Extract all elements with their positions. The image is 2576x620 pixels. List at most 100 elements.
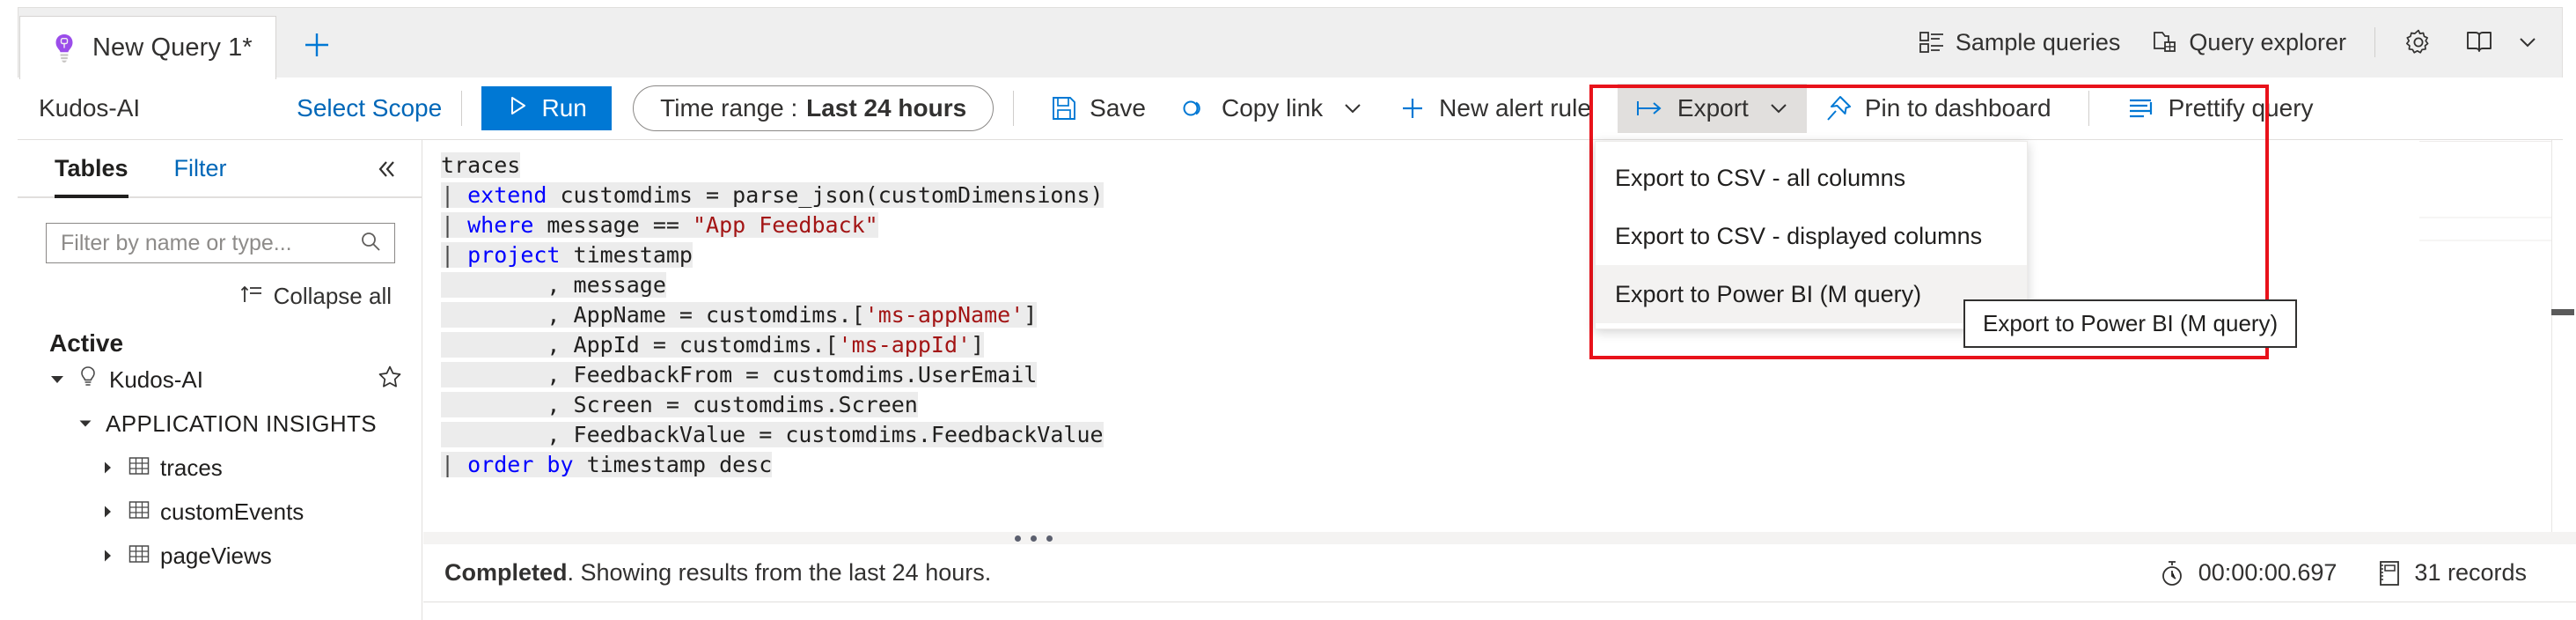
twisty-expanded-icon[interactable] bbox=[76, 417, 95, 431]
select-scope-link[interactable]: Select Scope bbox=[297, 94, 442, 122]
prettify-query-button[interactable]: Prettify query bbox=[2109, 84, 2331, 133]
link-icon bbox=[1181, 95, 1209, 122]
query-tab-new-query-1[interactable]: New Query 1* bbox=[19, 16, 276, 79]
save-label: Save bbox=[1090, 94, 1146, 122]
twisty-collapsed-icon[interactable] bbox=[99, 549, 118, 563]
book-icon bbox=[2465, 28, 2493, 56]
export-icon bbox=[1635, 97, 1665, 120]
editor-scrollbar[interactable] bbox=[2551, 140, 2576, 532]
collapse-all-button[interactable]: Collapse all bbox=[18, 283, 392, 310]
menu-item-export-csv-all[interactable]: Export to CSV - all columns bbox=[1596, 149, 2027, 207]
tree-item-table-traces[interactable]: traces bbox=[33, 446, 422, 490]
editor-splitter[interactable] bbox=[423, 532, 2576, 544]
tables-tree: Active Kudos-AI APPLICATION INSIGHTS tra… bbox=[18, 329, 422, 578]
code-line: | extend customdims = parse_json(customD… bbox=[441, 182, 1104, 208]
command-bar: Kudos-AI Select Scope Run Time range : L… bbox=[18, 78, 2563, 140]
query-explorer-label: Query explorer bbox=[2189, 28, 2346, 55]
status-bar: Completed. Showing results from the last… bbox=[423, 544, 2576, 602]
tree-item-category-label: APPLICATION INSIGHTS bbox=[106, 410, 378, 437]
app-insights-icon bbox=[77, 365, 99, 395]
save-button[interactable]: Save bbox=[1033, 84, 1163, 133]
chevron-down-icon[interactable] bbox=[1768, 98, 1789, 119]
command-divider-1 bbox=[461, 91, 463, 126]
new-alert-rule-button[interactable]: New alert rule bbox=[1381, 84, 1609, 133]
pane-tab-strip: Tables Filter bbox=[18, 140, 422, 198]
export-button[interactable]: Export bbox=[1617, 84, 1807, 133]
scope-name: Kudos-AI bbox=[39, 94, 141, 122]
code-line: , FeedbackFrom = customdims.UserEmail bbox=[441, 362, 1038, 388]
prettify-icon bbox=[2126, 96, 2156, 121]
prettify-query-label: Prettify query bbox=[2168, 94, 2314, 122]
status-word: Completed bbox=[444, 559, 568, 586]
sample-queries-icon bbox=[1919, 29, 1945, 55]
query-explorer-button[interactable]: Query explorer bbox=[2136, 19, 2362, 65]
export-label: Export bbox=[1677, 94, 1749, 122]
status-metrics: 00:00:00.697 31 records bbox=[2160, 559, 2527, 587]
record-count: 31 records bbox=[2377, 559, 2527, 587]
code-line: | project timestamp bbox=[441, 242, 693, 268]
menu-item-export-csv-displayed[interactable]: Export to CSV - displayed columns bbox=[1596, 207, 2027, 265]
tree-item-workspace-label: Kudos-AI bbox=[109, 365, 203, 393]
export-power-bi-tooltip: Export to Power BI (M query) bbox=[1963, 299, 2298, 348]
twisty-expanded-icon[interactable] bbox=[48, 372, 67, 388]
query-explorer-icon bbox=[2152, 29, 2178, 55]
code-line: , FeedbackValue = customdims.FeedbackVal… bbox=[441, 422, 1104, 447]
tab-tables[interactable]: Tables bbox=[55, 155, 128, 198]
filter-input[interactable] bbox=[61, 230, 359, 256]
tree-item-table-pageviews[interactable]: pageViews bbox=[33, 534, 422, 578]
code-line: traces bbox=[441, 152, 521, 178]
query-duration-value: 00:00:00.697 bbox=[2198, 559, 2337, 586]
code-line: , Screen = customdims.Screen bbox=[441, 392, 918, 417]
table-name-label: traces bbox=[160, 454, 223, 481]
chevron-down-icon[interactable] bbox=[2516, 31, 2539, 54]
editor-scrollbar-thumb[interactable] bbox=[2551, 309, 2574, 315]
search-icon[interactable] bbox=[359, 230, 382, 257]
tree-item-table-customevents[interactable]: customEvents bbox=[33, 490, 422, 534]
run-button[interactable]: Run bbox=[481, 86, 613, 130]
tables-pane: Tables Filter Filter by name or type... … bbox=[18, 140, 422, 620]
code-line: | order by timestamp desc bbox=[441, 452, 773, 477]
twisty-collapsed-icon[interactable] bbox=[99, 461, 118, 475]
settings-button[interactable] bbox=[2388, 19, 2449, 65]
star-icon[interactable] bbox=[378, 365, 402, 395]
pin-to-dashboard-button[interactable]: Pin to dashboard bbox=[1807, 84, 2069, 133]
toolbar-divider bbox=[2374, 27, 2375, 57]
menu-item-export-power-bi[interactable]: Export to Power BI (M query) bbox=[1596, 265, 2027, 323]
chevron-double-left-icon[interactable] bbox=[372, 156, 399, 187]
filter-input-wrapper[interactable] bbox=[46, 223, 395, 263]
status-message: Completed. Showing results from the last… bbox=[444, 559, 991, 587]
copy-link-label: Copy link bbox=[1222, 94, 1324, 122]
timer-icon bbox=[2160, 560, 2184, 587]
tree-item-workspace[interactable]: Kudos-AI bbox=[33, 358, 422, 402]
splitter-grip-icon bbox=[1014, 535, 1053, 542]
time-range-label: Time range : bbox=[660, 94, 798, 122]
code-line: | where message == "App Feedback" bbox=[441, 212, 878, 238]
log-analytics-window: New Query 1* Sample queries Query explor… bbox=[0, 0, 2576, 620]
table-icon bbox=[128, 542, 150, 570]
copy-link-button[interactable]: Copy link bbox=[1163, 84, 1381, 133]
table-name-label: pageViews bbox=[160, 542, 272, 569]
time-range-picker[interactable]: Time range : Last 24 hours bbox=[633, 85, 994, 131]
top-right-toolbar: Sample queries Query explorer bbox=[1903, 18, 2555, 67]
command-divider-2 bbox=[1013, 91, 1015, 126]
run-label: Run bbox=[541, 94, 587, 122]
record-count-value: 31 records bbox=[2414, 559, 2527, 586]
query-duration: 00:00:00.697 bbox=[2160, 559, 2337, 587]
help-button[interactable] bbox=[2449, 19, 2555, 65]
command-divider-3 bbox=[2088, 91, 2089, 126]
new-alert-rule-label: New alert rule bbox=[1439, 94, 1591, 122]
pin-icon bbox=[1824, 94, 1853, 122]
status-rest: . Showing results from the last 24 hours… bbox=[567, 559, 992, 586]
query-tab-label: New Query 1* bbox=[92, 33, 253, 62]
play-icon bbox=[506, 94, 529, 123]
collapse-all-label: Collapse all bbox=[273, 283, 392, 309]
tree-item-category[interactable]: APPLICATION INSIGHTS bbox=[33, 402, 422, 446]
chevron-down-icon[interactable] bbox=[1342, 98, 1363, 119]
tab-strip: New Query 1* Sample queries Query explor… bbox=[0, 0, 2576, 79]
code-line: , message bbox=[441, 272, 666, 298]
tab-filter[interactable]: Filter bbox=[174, 155, 227, 182]
twisty-collapsed-icon[interactable] bbox=[99, 505, 118, 519]
sample-queries-button[interactable]: Sample queries bbox=[1903, 19, 2137, 65]
add-tab-button[interactable] bbox=[290, 19, 343, 70]
save-icon bbox=[1051, 95, 1077, 122]
